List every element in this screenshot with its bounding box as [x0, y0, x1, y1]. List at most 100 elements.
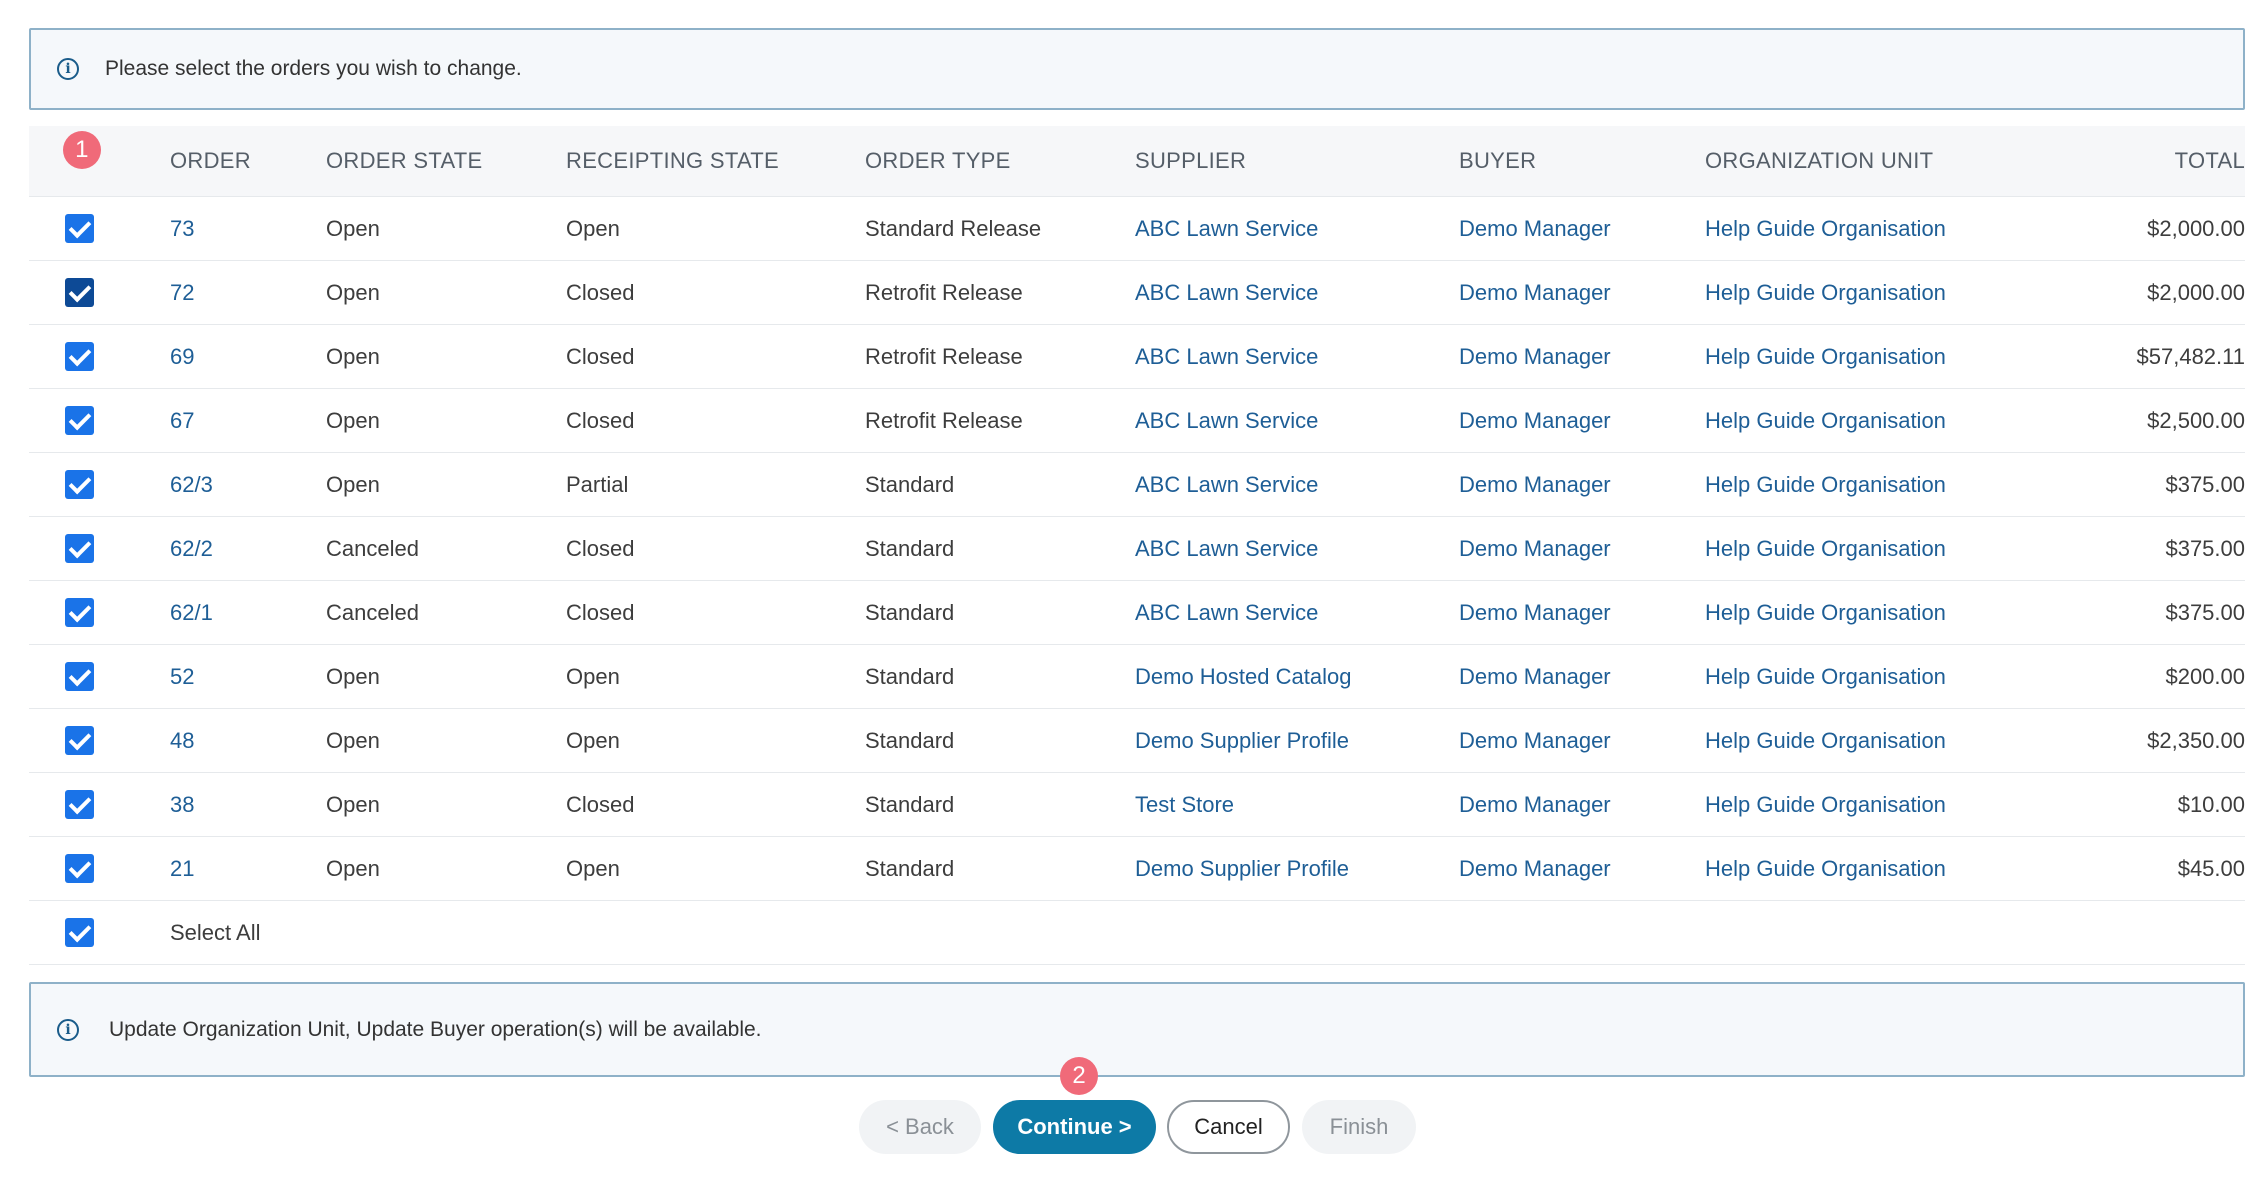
order-state: Open [326, 407, 380, 433]
order-type: Retrofit Release [865, 279, 1023, 305]
supplier-link[interactable]: Demo Supplier Profile [1135, 856, 1459, 882]
order-number-link[interactable]: 62/2 [170, 536, 326, 562]
table-row: 62/2 Canceled Closed Standard ABC Lawn S… [29, 517, 2245, 581]
organization-unit-link[interactable]: Help Guide Organisation [1705, 728, 2095, 754]
buyer-link[interactable]: Demo Manager [1459, 792, 1705, 818]
organization-unit-link[interactable]: Help Guide Organisation [1705, 600, 2095, 626]
order-number-link[interactable]: 38 [170, 792, 326, 818]
back-button[interactable]: < Back [859, 1100, 981, 1154]
order-number-link[interactable]: 62/1 [170, 600, 326, 626]
table-row: 38 Open Closed Standard Test Store Demo … [29, 773, 2245, 837]
row-checkbox[interactable] [65, 726, 94, 755]
order-total: $2,000.00 [2147, 215, 2245, 241]
cancel-button[interactable]: Cancel [1167, 1100, 1290, 1154]
supplier-link[interactable]: Demo Supplier Profile [1135, 728, 1459, 754]
order-state: Open [326, 855, 380, 881]
column-header-order-state[interactable]: ORDER STATE [326, 148, 566, 174]
buyer-link[interactable]: Demo Manager [1459, 600, 1705, 626]
organization-unit-link[interactable]: Help Guide Organisation [1705, 664, 2095, 690]
order-number-link[interactable]: 48 [170, 728, 326, 754]
wizard-buttons: < Back Continue > Cancel Finish [0, 1100, 2261, 1156]
order-number-link[interactable]: 69 [170, 344, 326, 370]
supplier-link[interactable]: ABC Lawn Service [1135, 600, 1459, 626]
supplier-link[interactable]: ABC Lawn Service [1135, 472, 1459, 498]
order-state: Open [326, 471, 380, 497]
organization-unit-link[interactable]: Help Guide Organisation [1705, 280, 2095, 306]
row-checkbox[interactable] [65, 406, 94, 435]
column-header-buyer[interactable]: BUYER [1459, 148, 1705, 174]
row-checkbox[interactable] [65, 854, 94, 883]
select-all-checkbox[interactable] [65, 918, 94, 947]
order-number-link[interactable]: 21 [170, 856, 326, 882]
column-header-order-type[interactable]: ORDER TYPE [865, 148, 1135, 174]
buyer-link[interactable]: Demo Manager [1459, 408, 1705, 434]
buyer-link[interactable]: Demo Manager [1459, 856, 1705, 882]
organization-unit-link[interactable]: Help Guide Organisation [1705, 472, 2095, 498]
supplier-link[interactable]: ABC Lawn Service [1135, 344, 1459, 370]
buyer-link[interactable]: Demo Manager [1459, 664, 1705, 690]
buyer-link[interactable]: Demo Manager [1459, 216, 1705, 242]
order-total: $2,350.00 [2147, 727, 2245, 753]
order-number-link[interactable]: 73 [170, 216, 326, 242]
order-number-link[interactable]: 72 [170, 280, 326, 306]
order-total: $375.00 [2165, 471, 2245, 497]
order-number-link[interactable]: 62/3 [170, 472, 326, 498]
order-type: Standard [865, 599, 955, 625]
organization-unit-link[interactable]: Help Guide Organisation [1705, 536, 2095, 562]
buyer-link[interactable]: Demo Manager [1459, 344, 1705, 370]
select-all-row: Select All [29, 901, 2245, 965]
receipting-state: Open [566, 215, 620, 241]
supplier-link[interactable]: ABC Lawn Service [1135, 280, 1459, 306]
order-number-link[interactable]: 52 [170, 664, 326, 690]
column-header-order[interactable]: ORDER [170, 148, 326, 174]
table-row: 62/3 Open Partial Standard ABC Lawn Serv… [29, 453, 2245, 517]
column-header-total[interactable]: TOTAL [2095, 148, 2245, 174]
order-number-link[interactable]: 67 [170, 408, 326, 434]
supplier-link[interactable]: ABC Lawn Service [1135, 216, 1459, 242]
order-state: Open [326, 279, 380, 305]
order-state: Open [326, 343, 380, 369]
buyer-link[interactable]: Demo Manager [1459, 280, 1705, 306]
organization-unit-link[interactable]: Help Guide Organisation [1705, 792, 2095, 818]
column-header-organization-unit[interactable]: ORGANIZATION UNIT [1705, 148, 2095, 174]
receipting-state: Open [566, 855, 620, 881]
row-checkbox[interactable] [65, 278, 94, 307]
continue-button[interactable]: Continue > [993, 1100, 1156, 1154]
supplier-link[interactable]: ABC Lawn Service [1135, 536, 1459, 562]
organization-unit-link[interactable]: Help Guide Organisation [1705, 216, 2095, 242]
order-state: Open [326, 727, 380, 753]
organization-unit-link[interactable]: Help Guide Organisation [1705, 408, 2095, 434]
organization-unit-link[interactable]: Help Guide Organisation [1705, 344, 2095, 370]
buyer-link[interactable]: Demo Manager [1459, 536, 1705, 562]
table-row: 72 Open Closed Retrofit Release ABC Lawn… [29, 261, 2245, 325]
column-header-receipting-state[interactable]: RECEIPTING STATE [566, 148, 865, 174]
order-type: Standard [865, 535, 955, 561]
organization-unit-link[interactable]: Help Guide Organisation [1705, 856, 2095, 882]
row-checkbox[interactable] [65, 790, 94, 819]
info-banner-text: Update Organization Unit, Update Buyer o… [109, 1017, 762, 1041]
row-checkbox[interactable] [65, 598, 94, 627]
order-type: Standard [865, 471, 955, 497]
info-icon: i [57, 58, 79, 80]
buyer-link[interactable]: Demo Manager [1459, 472, 1705, 498]
finish-button[interactable]: Finish [1302, 1100, 1416, 1154]
supplier-link[interactable]: Demo Hosted Catalog [1135, 664, 1459, 690]
receipting-state: Partial [566, 471, 629, 497]
order-total: $375.00 [2165, 599, 2245, 625]
buyer-link[interactable]: Demo Manager [1459, 728, 1705, 754]
table-row: 69 Open Closed Retrofit Release ABC Lawn… [29, 325, 2245, 389]
receipting-state: Closed [566, 279, 635, 305]
supplier-link[interactable]: ABC Lawn Service [1135, 408, 1459, 434]
receipting-state: Closed [566, 343, 635, 369]
select-all-label[interactable]: Select All [170, 920, 326, 946]
row-checkbox[interactable] [65, 214, 94, 243]
row-checkbox[interactable] [65, 342, 94, 371]
row-checkbox[interactable] [65, 662, 94, 691]
row-checkbox[interactable] [65, 534, 94, 563]
column-header-supplier[interactable]: SUPPLIER [1135, 148, 1459, 174]
order-state: Canceled [326, 599, 419, 625]
row-checkbox[interactable] [65, 470, 94, 499]
supplier-link[interactable]: Test Store [1135, 792, 1459, 818]
order-type: Retrofit Release [865, 343, 1023, 369]
receipting-state: Closed [566, 791, 635, 817]
